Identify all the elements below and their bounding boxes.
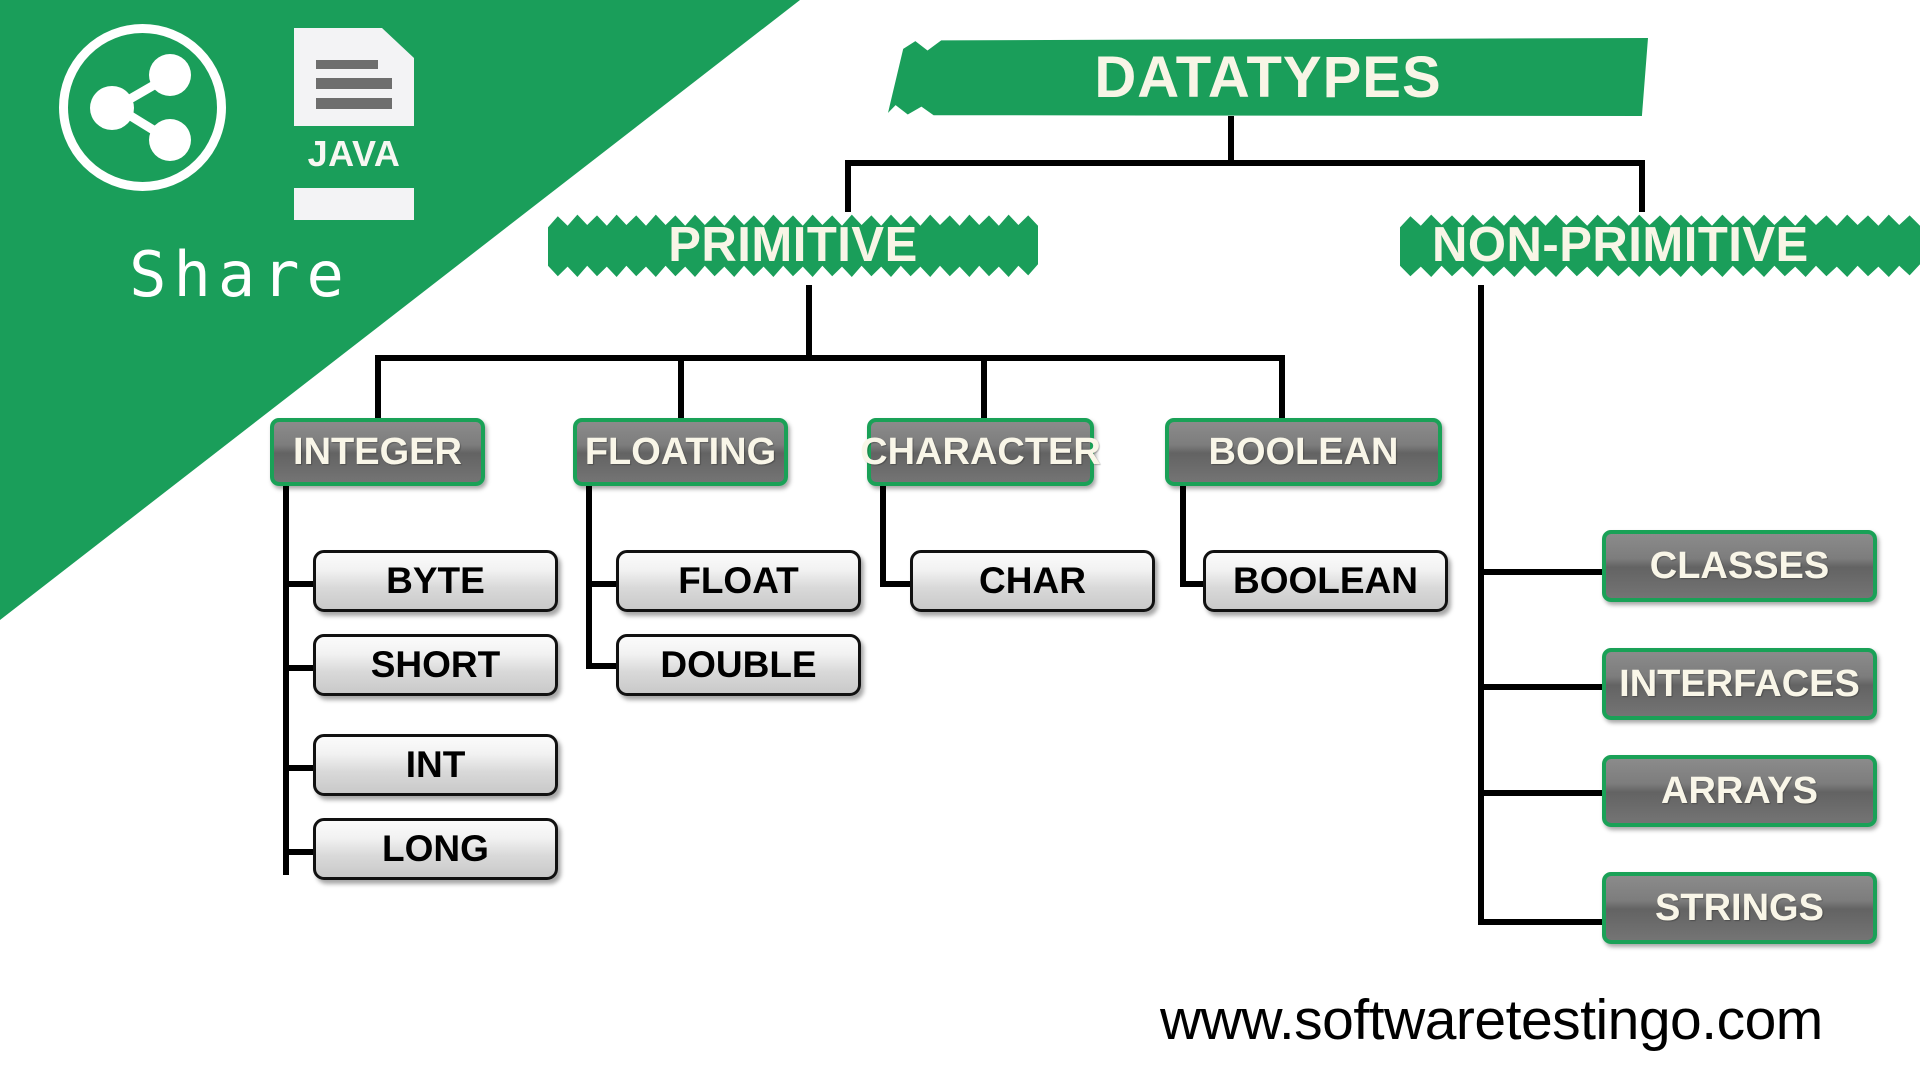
primitive-banner: PRIMITIVE	[548, 214, 1038, 277]
datatypes-title-banner: DATATYPES	[888, 38, 1648, 116]
leaf-box-short[interactable]: SHORT	[313, 634, 558, 696]
share-network-icon	[55, 20, 230, 195]
leaf-box-double[interactable]: DOUBLE	[616, 634, 861, 696]
nonprimitive-box-interfaces[interactable]: INTERFACES	[1602, 648, 1877, 720]
nonprimitive-banner: NON-PRIMITIVE	[1400, 214, 1920, 277]
nonprimitive-label-classes: CLASSES	[1649, 544, 1830, 587]
connector-to-floating	[678, 355, 684, 423]
connector-to-character	[981, 355, 987, 423]
leaf-box-char[interactable]: CHAR	[910, 550, 1155, 612]
connector-floating-rail	[586, 486, 592, 669]
connector-nonprimitive-to-interfaces	[1478, 684, 1608, 690]
leaf-label-double: DOUBLE	[660, 644, 817, 685]
connector-top-spine	[845, 160, 1645, 166]
nonprimitive-box-classes[interactable]: CLASSES	[1602, 530, 1877, 602]
category-label-character: CHARACTER	[860, 430, 1101, 473]
nonprimitive-box-arrays[interactable]: ARRAYS	[1602, 755, 1877, 827]
leaf-box-boolean[interactable]: BOOLEAN	[1203, 550, 1448, 612]
connector-primitive-stem	[806, 285, 812, 357]
leaf-box-long[interactable]: LONG	[313, 818, 558, 880]
connector-to-nonprimitive	[1639, 160, 1645, 212]
category-box-floating[interactable]: FLOATING	[573, 418, 788, 486]
connector-nonprimitive-to-classes	[1478, 569, 1608, 575]
connector-to-boolean	[1279, 355, 1285, 423]
connector-character-rail	[880, 486, 886, 585]
category-box-boolean[interactable]: BOOLEAN	[1165, 418, 1442, 486]
leaf-label-long: LONG	[382, 828, 489, 869]
leaf-box-float[interactable]: FLOAT	[616, 550, 861, 612]
category-box-integer[interactable]: INTEGER	[270, 418, 485, 486]
connector-nonprimitive-rail	[1478, 285, 1484, 925]
share-text-label: Share	[129, 238, 351, 311]
leaf-label-float: FLOAT	[678, 560, 799, 601]
connector-to-integer	[375, 355, 381, 423]
category-box-character[interactable]: CHARACTER	[860, 418, 1101, 486]
category-label-boolean: BOOLEAN	[1208, 430, 1399, 473]
connector-integer-rail	[283, 486, 289, 875]
java-file-icon	[294, 28, 414, 228]
leaf-box-int[interactable]: INT	[313, 734, 558, 796]
leaf-label-byte: BYTE	[386, 560, 485, 601]
leaf-label-boolean: BOOLEAN	[1233, 560, 1418, 601]
nonprimitive-label-arrays: ARRAYS	[1661, 769, 1818, 812]
nonprimitive-label-interfaces: INTERFACES	[1619, 662, 1860, 705]
connector-title-stem	[1228, 116, 1234, 164]
java-text-label: JAVA	[307, 133, 401, 174]
connector-primitive-spine	[375, 355, 1285, 361]
leaf-label-short: SHORT	[370, 644, 501, 685]
connector-boolean-rail	[1180, 486, 1186, 585]
connector-nonprimitive-to-strings	[1478, 919, 1608, 925]
leaf-label-char: CHAR	[979, 560, 1086, 601]
nonprimitive-label-strings: STRINGS	[1655, 886, 1824, 929]
nonprimitive-box-strings[interactable]: STRINGS	[1602, 872, 1877, 944]
category-label-integer: INTEGER	[293, 430, 462, 473]
leaf-box-byte[interactable]: BYTE	[313, 550, 558, 612]
diagram-canvas: JAVA Share DATATYPES PRIMITIVE NON-PRIMI…	[0, 0, 1920, 1080]
connector-to-primitive	[845, 160, 851, 212]
category-label-floating: FLOATING	[584, 430, 777, 473]
website-url: www.softwaretestingo.com	[1160, 988, 1823, 1052]
connector-nonprimitive-to-arrays	[1478, 790, 1608, 796]
leaf-label-int: INT	[405, 744, 466, 785]
